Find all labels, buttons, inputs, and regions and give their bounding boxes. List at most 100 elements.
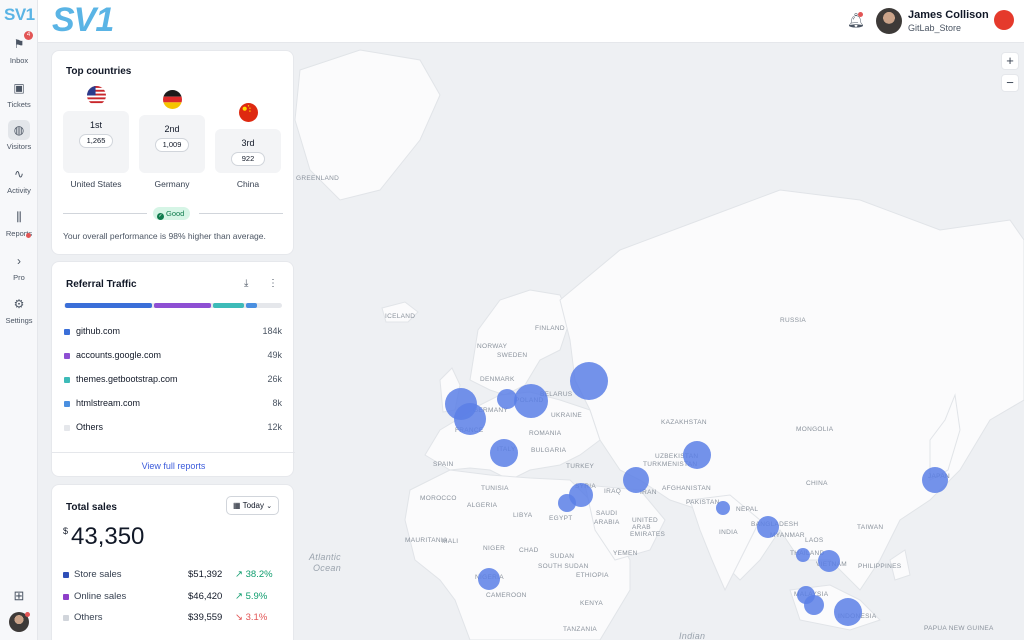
map-label: UKRAINE (551, 412, 582, 419)
legend-swatch (64, 425, 70, 431)
sale-amount: $46,420 (188, 590, 223, 602)
map-label: UNITED (632, 517, 658, 524)
user-name[interactable]: James Collison (908, 9, 989, 21)
table-row: Store sales $51,392 ↗ 38.2% (63, 569, 285, 583)
map-label: Ocean (313, 563, 341, 573)
zoom-in-button[interactable]: + (1001, 52, 1019, 70)
map-label: KAZAKHSTAN (661, 419, 707, 426)
map-label: MONGOLIA (796, 426, 834, 433)
user-avatar[interactable] (876, 8, 902, 34)
map-label: SPAIN (433, 461, 454, 468)
map-label: NEPAL (736, 506, 758, 513)
sale-name: Online sales (74, 590, 127, 602)
visitor-bubble[interactable] (716, 501, 730, 515)
map-label: RUSSIA (780, 317, 806, 324)
list-item[interactable]: github.com 184k (64, 326, 282, 340)
list-item[interactable]: themes.getbootstrap.com 26k (64, 374, 282, 388)
sidebar-avatar[interactable] (0, 612, 38, 632)
legend-swatch (63, 615, 69, 621)
legend-swatch (63, 593, 69, 600)
visitor-bubble[interactable] (490, 439, 518, 467)
visitor-bubble[interactable] (834, 598, 862, 626)
visitor-bubble[interactable] (757, 516, 779, 538)
sidebar-item-inbox[interactable]: ⚑ Inbox 4 (0, 31, 38, 65)
visitor-bubble[interactable] (558, 494, 576, 512)
status-dot (26, 233, 31, 238)
list-item[interactable]: Others 12k (64, 422, 282, 436)
sidebar-item-visitors[interactable]: ◍ Visitors (0, 120, 38, 151)
record-button[interactable] (994, 10, 1014, 30)
view-full-reports-link[interactable]: View full reports (52, 452, 295, 478)
card-title: Top countries (66, 66, 132, 77)
sale-amount: $51,392 (188, 569, 223, 580)
map-label: EGYPT (549, 515, 573, 522)
country-name: Germany (154, 179, 190, 189)
map-label: YEMEN (613, 550, 638, 557)
referral-value: 12k (267, 422, 282, 432)
rank-label: 2nd (164, 124, 180, 134)
map-label: DENMARK (480, 376, 515, 383)
referral-name: github.com (76, 326, 121, 336)
list-item[interactable]: accounts.google.com 49k (64, 350, 282, 364)
currency-symbol: $ (63, 526, 69, 536)
period-select[interactable]: ▦ Today ⌄ (226, 496, 280, 515)
visitor-bubble[interactable] (683, 441, 711, 469)
divider-right (199, 213, 283, 214)
legend-swatch (63, 572, 69, 578)
rank-box-germany: 2nd 1,009 (139, 115, 205, 173)
visitor-bubble[interactable] (623, 467, 649, 493)
brand-logo[interactable]: SV1 (52, 1, 114, 40)
more-vertical-icon[interactable]: ⋮ (268, 278, 278, 289)
visitor-bubble[interactable] (796, 548, 810, 562)
rank-value: 1,009 (155, 138, 189, 152)
map-label: TURKEY (566, 463, 595, 470)
map-label: BULGARIA (531, 447, 567, 454)
referral-name: accounts.google.com (76, 350, 162, 360)
visitor-bubble[interactable] (478, 568, 500, 590)
map-label: IRAQ (604, 488, 621, 495)
visitor-bubble[interactable] (497, 389, 517, 409)
sidebar-item-activity[interactable]: ∿ Activity (0, 164, 38, 195)
zoom-out-button[interactable]: − (1001, 74, 1019, 92)
bar-chart-icon: ⫼ (16, 210, 22, 224)
rank-box-us: 1st 1,265 (63, 111, 129, 173)
sidebar-item-pro[interactable]: › Pro (0, 251, 38, 282)
china-flag-icon (239, 103, 258, 122)
visitor-bubble[interactable] (922, 467, 948, 493)
bar-segment (213, 303, 245, 308)
sidebar-logo[interactable]: SV1 (4, 5, 35, 25)
referral-name: htmlstream.com (76, 398, 141, 408)
referral-stacked-bar (64, 303, 282, 308)
map-label: AFGHANISTAN (662, 485, 711, 492)
list-item[interactable]: htmlstream.com 8k (64, 398, 282, 412)
activity-icon: ∿ (13, 167, 25, 181)
map-label: CHINA (806, 480, 828, 487)
germany-flag-icon (163, 90, 182, 109)
visitor-bubble[interactable] (454, 403, 486, 435)
map-label: SUDAN (550, 553, 574, 560)
table-row: Others $39,559 ↘ 3.1% (63, 612, 285, 626)
referral-value: 8k (272, 398, 282, 408)
card-title: Referral Traffic (66, 279, 137, 290)
map-label: ICELAND (385, 313, 415, 320)
period-label: Today (242, 501, 264, 510)
chevron-down-icon: ⌄ (266, 503, 273, 510)
visitor-bubble[interactable] (818, 550, 840, 572)
map-label: INDIA (719, 529, 738, 536)
visitor-bubble[interactable] (514, 384, 548, 418)
visitor-bubble[interactable] (804, 595, 824, 615)
download-icon[interactable]: ⤓ (244, 278, 248, 289)
sidebar-item-tickets[interactable]: ▣ Tickets (0, 78, 38, 109)
map-label: PHILIPPINES (858, 563, 902, 570)
map-label: ARABIA (594, 519, 620, 526)
sidebar-add-button[interactable]: ⊞ (0, 586, 38, 606)
sidebar-item-reports[interactable]: ⫼ Reports (0, 207, 38, 238)
country-name: United States (70, 179, 122, 189)
visitor-bubble[interactable] (570, 362, 608, 400)
rank-label: 1st (89, 120, 102, 130)
bar-segment (64, 303, 153, 308)
sidebar-item-settings[interactable]: ⚙ Settings (0, 294, 38, 325)
map-label: Atlantic (308, 552, 341, 562)
sale-name: Store sales (74, 569, 122, 580)
calendar-icon: ▦ (233, 501, 241, 510)
